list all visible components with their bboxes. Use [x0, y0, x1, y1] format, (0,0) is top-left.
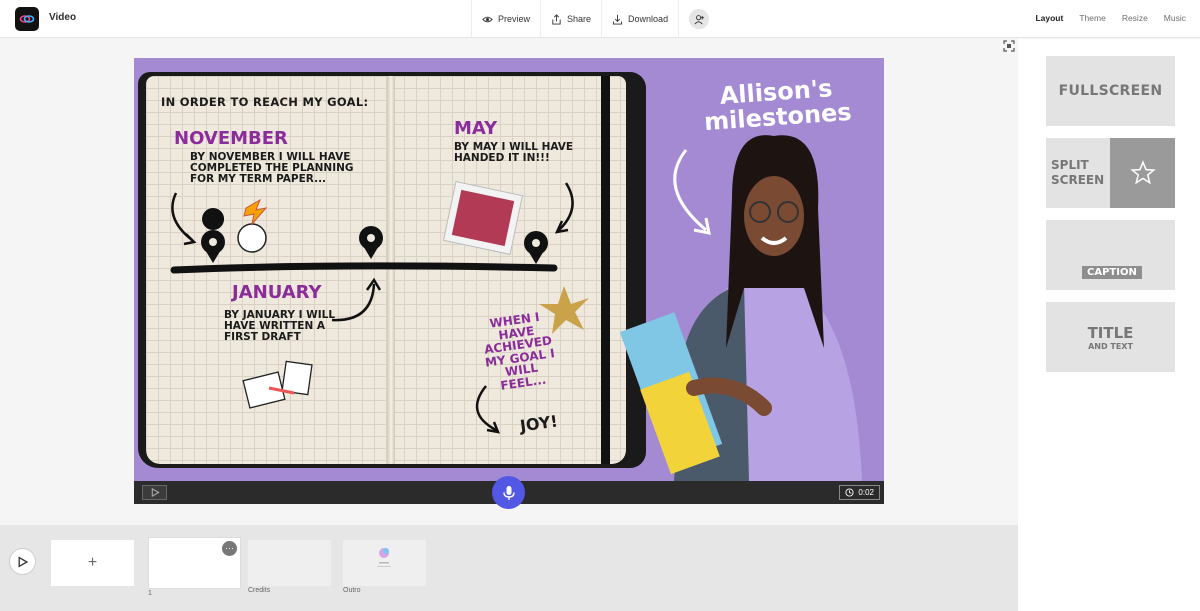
preview-label: Preview — [498, 14, 531, 24]
plus-icon: + — [87, 554, 98, 571]
app-header: Video Preview Share Download Layout Them… — [0, 0, 1200, 38]
star-icon — [1129, 160, 1156, 185]
play-button[interactable] — [142, 485, 167, 500]
tab-music[interactable]: Music — [1164, 13, 1186, 23]
preview-button[interactable]: Preview — [472, 0, 542, 38]
app-title: Video — [49, 12, 77, 23]
layout-fullscreen[interactable]: FULLSCREEN — [1046, 56, 1175, 126]
credits-label: Credits — [248, 587, 271, 594]
layout-title-and-text[interactable]: TITLE AND TEXT — [1046, 302, 1175, 372]
play-video-button[interactable] — [9, 548, 36, 575]
layout-split-image — [1110, 138, 1175, 208]
split-label-line2: SCREEN — [1051, 173, 1105, 187]
layout-split-screen[interactable]: SPLIT SCREEN — [1046, 138, 1175, 208]
add-user-icon — [694, 14, 704, 24]
tab-layout[interactable]: Layout — [1035, 13, 1063, 23]
play-icon — [151, 488, 160, 497]
toolbar: Preview Share Download — [471, 0, 719, 38]
outro-logo-icon — [377, 548, 391, 567]
panel-tabs: Layout Theme Resize Music — [1035, 13, 1186, 23]
tab-theme[interactable]: Theme — [1079, 13, 1105, 23]
slide-canvas[interactable]: In order to reach my goal: November By N… — [134, 58, 884, 481]
layout-caption[interactable]: CAPTION — [1046, 220, 1175, 290]
microphone-icon — [502, 485, 515, 500]
scene-more-options-button[interactable]: ··· — [222, 541, 237, 556]
outro-label: Outro — [343, 587, 361, 594]
layout-title-sublabel: AND TEXT — [1088, 341, 1133, 351]
layout-caption-label: CAPTION — [1082, 266, 1142, 279]
duration-text: 0:02 — [858, 488, 874, 497]
share-label: Share — [567, 14, 592, 24]
tab-resize[interactable]: Resize — [1122, 13, 1148, 23]
fit-to-screen-icon[interactable] — [1003, 40, 1015, 52]
download-button[interactable]: Download — [602, 0, 680, 38]
record-voice-button[interactable] — [492, 476, 525, 509]
scene-thumbnail-credits[interactable] — [248, 540, 331, 586]
share-button[interactable]: Share — [541, 0, 603, 38]
layout-split-label: SPLIT SCREEN — [1046, 138, 1110, 208]
layout-title-label: TITLE — [1087, 323, 1134, 342]
scene-number: 1 — [148, 590, 152, 597]
split-label-line1: SPLIT — [1051, 158, 1089, 172]
share-icon — [552, 13, 561, 25]
clock-icon — [845, 488, 854, 497]
eye-icon — [482, 16, 493, 22]
play-icon — [18, 555, 28, 568]
app-logo-icon[interactable] — [15, 7, 39, 31]
invite-user-button[interactable] — [689, 9, 710, 29]
duration-button[interactable]: 0:02 — [839, 485, 880, 500]
layout-fullscreen-label: FULLSCREEN — [1058, 83, 1163, 99]
add-scene-button[interactable]: + — [51, 540, 134, 586]
download-icon — [612, 14, 623, 25]
scene-thumbnail-outro[interactable] — [343, 540, 426, 586]
download-label: Download — [628, 14, 669, 24]
more-icon: ··· — [225, 543, 234, 553]
